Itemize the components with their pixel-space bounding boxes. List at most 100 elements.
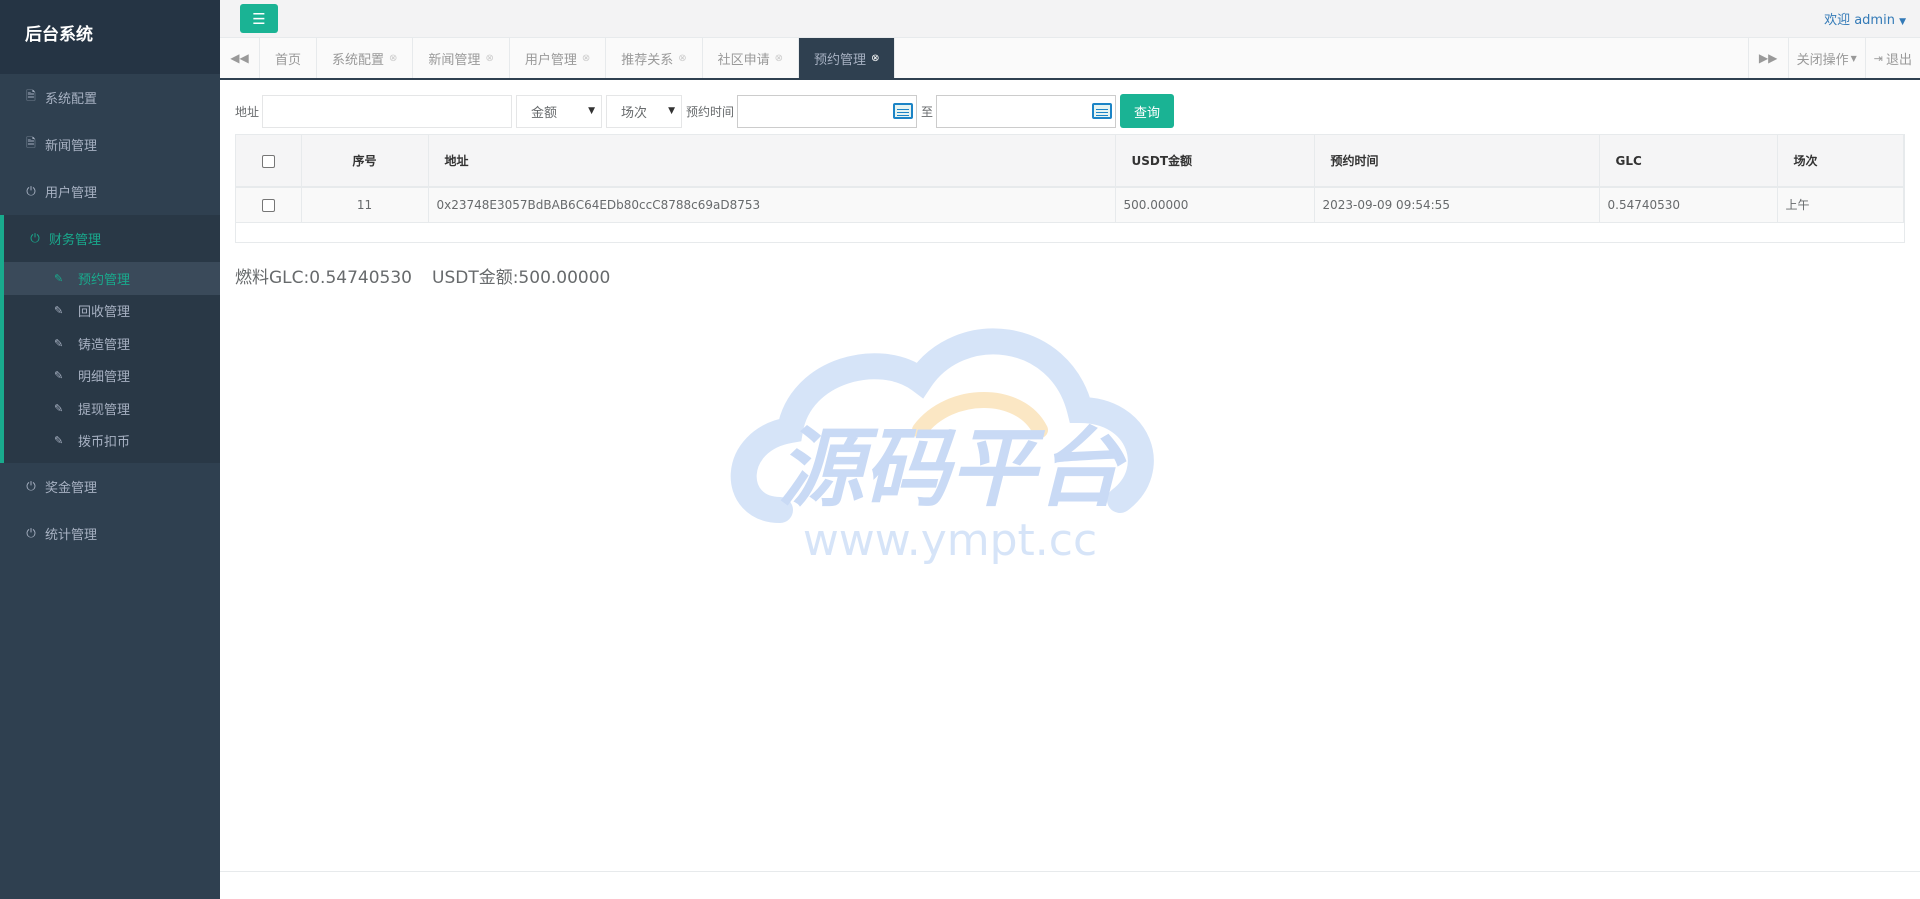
- sidebar-subitem-label: 预约管理: [78, 272, 131, 288]
- double-left-icon: ◀◀: [230, 51, 249, 65]
- end-date-input[interactable]: [936, 94, 1117, 128]
- sidebar-subitem-transfer[interactable]: ✎ 拨币扣币: [4, 425, 220, 458]
- sidebar-item-label: 财务管理: [49, 233, 102, 248]
- file-icon: 🗎: [26, 89, 36, 103]
- summary-bar: 燃料GLC:0.54740530 USDT金额:500.00000: [235, 263, 610, 288]
- tab-actions: ▶▶ 关闭操作 ▼ ⇥ 退出: [1747, 38, 1920, 78]
- edit-icon: ✎: [54, 271, 64, 285]
- sidebar-subitem-withdraw[interactable]: ✎ 提现管理: [4, 392, 220, 425]
- sidebar-item-users[interactable]: ⏻ 用户管理: [0, 168, 220, 215]
- query-button[interactable]: 查询: [1120, 94, 1175, 128]
- power-icon: ⏻: [26, 526, 36, 540]
- sidebar-item-news[interactable]: 🗎 新闻管理: [0, 121, 220, 168]
- table-row[interactable]: 11 0x23748E3057BdBAB6C64EDb80ccC8788c69a…: [236, 187, 1904, 223]
- double-right-icon: ▶▶: [1758, 51, 1778, 65]
- calendar-icon[interactable]: [893, 102, 914, 119]
- row-checkbox[interactable]: [261, 198, 275, 212]
- select-all-checkbox[interactable]: [261, 154, 275, 168]
- cell-id: 11: [301, 187, 429, 223]
- footer-divider: [220, 871, 1920, 872]
- close-icon[interactable]: ⊗: [485, 53, 493, 64]
- sidebar-subitem-label: 铸造管理: [78, 337, 131, 353]
- cloud-icon: [730, 328, 1154, 523]
- sidebar-subitem-label: 明细管理: [78, 370, 131, 386]
- close-icon[interactable]: ⊗: [389, 53, 397, 64]
- chevron-down-icon: ▼: [588, 106, 596, 116]
- tab-reservation[interactable]: 预约管理 ⊗: [799, 38, 896, 78]
- summary-usdt: USDT金额:500.00000: [432, 268, 611, 288]
- sidebar-item-finance[interactable]: ⏻ 财务管理: [4, 215, 220, 262]
- tab-label: 社区申请: [717, 52, 770, 68]
- logout-label: 退出: [1885, 52, 1912, 68]
- sidebar-subitem-detail[interactable]: ✎ 明细管理: [4, 360, 220, 393]
- tab-community[interactable]: 社区申请 ⊗: [703, 38, 800, 78]
- sidebar-subitem-recycle[interactable]: ✎ 回收管理: [4, 295, 220, 328]
- column-header[interactable]: GLC: [1599, 135, 1778, 188]
- tab-label: 系统配置: [332, 52, 385, 68]
- power-icon: ⏻: [26, 479, 36, 493]
- sidebar-subitem-label: 提现管理: [78, 402, 131, 418]
- power-icon: ⏻: [26, 184, 36, 198]
- watermark-logo: 源码平台 www.ympt.cc: [730, 328, 1154, 566]
- amount-select-value: 金额: [531, 105, 558, 121]
- sidebar-item-stats[interactable]: ⏻ 统计管理: [0, 510, 220, 557]
- column-header[interactable]: USDT金额: [1115, 135, 1315, 188]
- amount-select[interactable]: 金额 ▼: [516, 94, 603, 128]
- close-icon[interactable]: ⊗: [582, 53, 590, 64]
- watermark-title: 源码平台: [778, 419, 1127, 519]
- main-content: 地址 金额 ▼ 场次 ▼ 预约时间 至 查询 序号 地址 USDT金额 预约时间…: [220, 80, 1920, 899]
- sidebar-subitem-mint[interactable]: ✎ 铸造管理: [4, 327, 220, 360]
- user-menu[interactable]: 欢迎 admin ▼: [1824, 9, 1906, 28]
- cell-address: 0x23748E3057BdBAB6C64EDb80ccC8788c69aD87…: [428, 187, 1116, 223]
- close-icon[interactable]: ⊗: [775, 53, 783, 64]
- session-select-value: 场次: [621, 105, 648, 121]
- close-ops-label: 关闭操作: [1796, 52, 1849, 68]
- sidebar-item-system-config[interactable]: 🗎 系统配置: [0, 74, 220, 121]
- sidebar-subitem-label: 拨币扣币: [78, 435, 131, 451]
- sidebar-item-label: 用户管理: [45, 186, 98, 201]
- sidebar-item-label: 统计管理: [45, 528, 98, 543]
- calendar-icon[interactable]: [1092, 102, 1113, 119]
- sidebar-subitem-label: 回收管理: [78, 305, 131, 321]
- sidebar-subitem-reservation[interactable]: ✎ 预约管理: [4, 262, 220, 295]
- file-icon: 🗎: [26, 136, 36, 150]
- tab-scroll-left-button[interactable]: ◀◀: [220, 38, 260, 78]
- menu-toggle-button[interactable]: ☰: [240, 4, 278, 33]
- cell-session: 上午: [1777, 187, 1904, 223]
- tab-referral[interactable]: 推荐关系 ⊗: [606, 38, 703, 78]
- start-date-input[interactable]: [737, 94, 918, 128]
- cell-glc: 0.54740530: [1599, 187, 1778, 223]
- summary-glc: 燃料GLC:0.54740530: [235, 268, 412, 288]
- edit-icon: ✎: [54, 401, 64, 415]
- tab-system-config[interactable]: 系统配置 ⊗: [317, 38, 414, 78]
- hamburger-icon: ☰: [252, 9, 266, 28]
- edit-icon: ✎: [54, 369, 64, 383]
- column-header[interactable]: 预约时间: [1314, 135, 1600, 188]
- logout-button[interactable]: ⇥ 退出: [1864, 38, 1920, 78]
- tab-scroll-right-button[interactable]: ▶▶: [1747, 38, 1788, 78]
- data-table: 序号 地址 USDT金额 预约时间 GLC 场次 11 0x23748E3057…: [235, 134, 1905, 243]
- column-header[interactable]: 场次: [1777, 135, 1904, 188]
- chevron-down-icon: ▼: [668, 106, 676, 116]
- session-select[interactable]: 场次 ▼: [606, 94, 683, 128]
- tab-users[interactable]: 用户管理 ⊗: [510, 38, 607, 78]
- logout-icon: ⇥: [1873, 51, 1883, 65]
- brand-title: 后台系统: [0, 0, 220, 74]
- cell-usdt: 500.00000: [1115, 187, 1315, 223]
- sidebar: 后台系统 🗎 系统配置 🗎 新闻管理 ⏻ 用户管理 ⏻ 财务管理 ✎ 预约管理 …: [0, 0, 220, 899]
- reservation-time-label: 预约时间: [686, 104, 735, 119]
- address-label: 地址: [235, 104, 260, 119]
- sidebar-group-finance: ⏻ 财务管理 ✎ 预约管理 ✎ 回收管理 ✎ 铸造管理 ✎ 明细管理 ✎ 提现管…: [0, 215, 220, 463]
- sidebar-item-bonus[interactable]: ⏻ 奖金管理: [0, 463, 220, 510]
- close-icon[interactable]: ⊗: [678, 53, 686, 64]
- column-header[interactable]: 地址: [428, 135, 1116, 188]
- column-header[interactable]: 序号: [301, 135, 429, 188]
- address-input[interactable]: [262, 94, 513, 128]
- close-operations-dropdown[interactable]: 关闭操作 ▼: [1787, 38, 1865, 78]
- tab-news[interactable]: 新闻管理 ⊗: [413, 38, 510, 78]
- tab-home[interactable]: 首页: [260, 38, 318, 78]
- tab-label: 用户管理: [524, 52, 577, 68]
- tab-label: 新闻管理: [428, 52, 481, 68]
- edit-icon: ✎: [54, 304, 64, 318]
- close-icon[interactable]: ⊗: [871, 53, 879, 64]
